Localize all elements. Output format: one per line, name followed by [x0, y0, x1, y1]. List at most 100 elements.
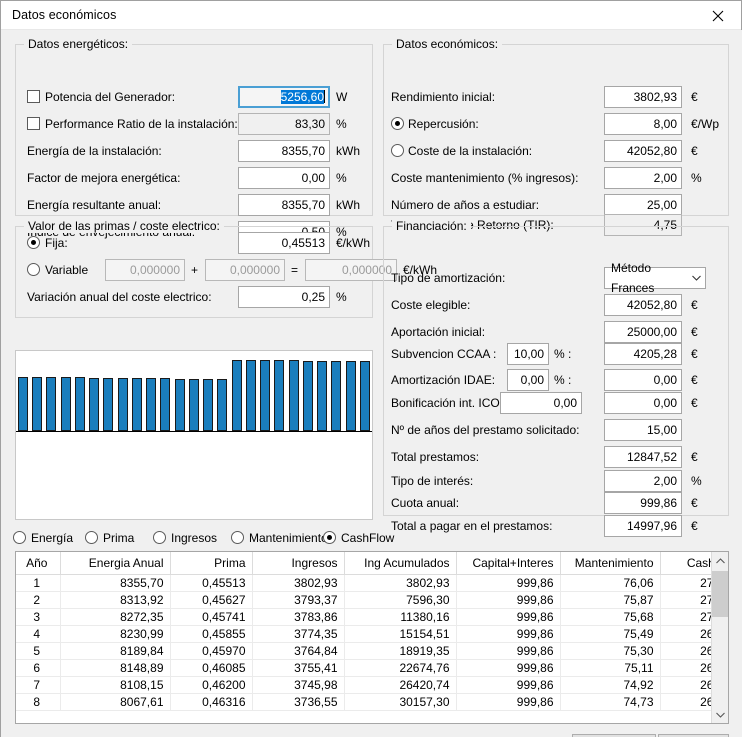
- table-cell: 999,86: [456, 625, 561, 643]
- table-cell: 6: [16, 659, 61, 677]
- label-economic-0: Rendimiento inicial:: [391, 90, 496, 104]
- table-row[interactable]: 3 8272,35 0,45741 3783,86 11380,16 999,86 75,6…: [16, 608, 728, 626]
- input-economic-2[interactable]: 42052,80: [604, 140, 682, 162]
- table-cell: 3783,86: [252, 608, 345, 626]
- row-tipo-amortizacion: Tipo de amortización: Método Frances: [1, 261, 742, 295]
- chart-bar: [232, 360, 242, 431]
- close-button[interactable]: [695, 1, 741, 30]
- table-cell: 8148,89: [60, 659, 171, 677]
- dialog-window: Datos económicos Datos energéticos: Pote…: [0, 0, 742, 737]
- table-cell: 999,86: [456, 693, 561, 711]
- table-column-header[interactable]: Ingresos: [252, 552, 345, 575]
- chart-bar: [260, 360, 270, 431]
- radio-indicator[interactable]: [153, 531, 166, 544]
- input-financiacion-1[interactable]: 25000,00: [604, 321, 682, 343]
- radio-indicator[interactable]: [13, 531, 26, 544]
- input-economic-3[interactable]: 2,00: [604, 167, 682, 189]
- chart-bar: [274, 360, 284, 431]
- table-cell: 8067,61: [60, 693, 171, 711]
- table-cell: 0,45627: [170, 591, 253, 609]
- input-financiacion-5[interactable]: 15,00: [604, 419, 682, 441]
- table-row[interactable]: 2 8313,92 0,45627 3793,37 7596,30 999,86 75,87…: [16, 591, 728, 609]
- select-tipo-amortizacion[interactable]: Método Frances: [604, 261, 706, 295]
- chart-bar: [89, 378, 99, 431]
- input-fija-value[interactable]: 0,45513: [238, 232, 330, 254]
- input-pct-4[interactable]: 0,00: [500, 392, 582, 414]
- chart-bar: [246, 360, 256, 431]
- radio-economic-2[interactable]: [391, 144, 404, 157]
- label-economic-2: Coste de la instalación:: [408, 144, 533, 158]
- series-radio-label: Prima: [103, 531, 135, 545]
- unit-financiacion-0: €: [691, 298, 698, 312]
- input-financiacion-2[interactable]: 4205,28: [604, 343, 682, 365]
- series-radio-label: CashFlow: [341, 531, 395, 545]
- input-financiacion-3[interactable]: 0,00: [604, 369, 682, 391]
- table-row[interactable]: 6 8148,89 0,46085 3755,41 22674,76 999,86 75,1…: [16, 659, 728, 677]
- input-pct-3[interactable]: 0,00: [507, 369, 549, 391]
- table-column-header[interactable]: Año: [16, 552, 61, 575]
- chevron-up-icon: [716, 557, 725, 563]
- label-economic-4: Número de años a estudiar:: [391, 198, 540, 212]
- chart-bar: [203, 379, 213, 431]
- radio-fija[interactable]: [27, 236, 40, 249]
- label-financiacion-8: Cuota anual:: [391, 496, 460, 510]
- input-financiacion-6[interactable]: 12847,52: [604, 446, 682, 468]
- table-cell: 3764,84: [252, 642, 345, 660]
- table-cell: 22674,76: [344, 659, 457, 677]
- table-cell: 999,86: [456, 574, 561, 592]
- radio-indicator[interactable]: [323, 531, 336, 544]
- input-economic-4[interactable]: 25,00: [604, 194, 682, 216]
- table-cell: 76,06: [560, 574, 661, 592]
- unit-financiacion-3: €: [691, 373, 698, 387]
- table-row[interactable]: 4 8230,99 0,45855 3774,35 15154,51 999,86 75,4…: [16, 625, 728, 643]
- scrollbar-thumb[interactable]: [712, 571, 728, 617]
- input-financiacion-4[interactable]: 0,00: [604, 392, 682, 414]
- table-column-header[interactable]: Ing Acumulados: [344, 552, 457, 575]
- table-column-header[interactable]: Capital+Interes: [456, 552, 561, 575]
- table-column-header[interactable]: Energia Anual: [60, 552, 171, 575]
- scroll-down-button[interactable]: [712, 706, 728, 723]
- table-cell: 999,86: [456, 659, 561, 677]
- radio-indicator[interactable]: [231, 531, 244, 544]
- label-financiacion-5: Nº de años del prestamo solicitado:: [391, 423, 580, 437]
- label-financiacion-9: Total a pagar en el prestamos:: [391, 519, 553, 533]
- table-column-header[interactable]: Mantenimiento: [560, 552, 661, 575]
- label-economic-3: Coste mantenimiento (% ingresos):: [391, 171, 579, 185]
- table-vertical-scrollbar[interactable]: [711, 552, 728, 723]
- input-financiacion-0[interactable]: 42052,80: [604, 294, 682, 316]
- radio-economic-1[interactable]: [391, 117, 404, 130]
- table-cell: 999,86: [456, 676, 561, 694]
- label-financiacion-1: Aportación inicial:: [391, 325, 486, 339]
- input-economic-0[interactable]: 3802,93: [604, 86, 682, 108]
- chart-bar: [346, 361, 356, 431]
- scroll-up-button[interactable]: [712, 552, 728, 569]
- input-financiacion-8[interactable]: 999,86: [604, 492, 682, 514]
- table-cell: 8272,35: [60, 608, 171, 626]
- chart-bar: [146, 378, 156, 431]
- table-row[interactable]: 5 8189,84 0,45970 3764,84 18919,35 999,86 75,3…: [16, 642, 728, 660]
- table-row[interactable]: 7 8108,15 0,46200 3745,98 26420,74 999,86 74,9…: [16, 676, 728, 694]
- table-row[interactable]: 8 8067,61 0,46316 3736,55 30157,30 999,86 74,7…: [16, 693, 728, 711]
- table-cell: 15154,51: [344, 625, 457, 643]
- chart-bar: [103, 378, 113, 431]
- chart-bar: [189, 379, 199, 431]
- results-table: Año Energia Anual Prima Ingresos Ing Acumula…: [15, 551, 729, 724]
- table-cell: 3802,93: [252, 574, 345, 592]
- table-header-row: Año Energia Anual Prima Ingresos Ing Acumula…: [16, 552, 728, 575]
- table-cell: 0,45741: [170, 608, 253, 626]
- radio-indicator[interactable]: [85, 531, 98, 544]
- table-cell: 0,45970: [170, 642, 253, 660]
- unit-economic-3: %: [691, 171, 702, 185]
- table-cell: 0,46316: [170, 693, 253, 711]
- table-cell: 8230,99: [60, 625, 171, 643]
- input-financiacion-7[interactable]: 2,00: [604, 470, 682, 492]
- input-financiacion-9[interactable]: 14997,96: [604, 515, 682, 537]
- input-economic-1[interactable]: 8,00: [604, 113, 682, 135]
- input-pct-2[interactable]: 10,00: [507, 343, 549, 365]
- table-row[interactable]: 1 8355,70 0,45513 3802,93 3802,93 999,86 76,06…: [16, 574, 728, 592]
- table-cell: 2: [16, 591, 61, 609]
- table-column-header[interactable]: Prima: [170, 552, 253, 575]
- cashflow-chart: [15, 350, 373, 520]
- chart-bar: [289, 360, 299, 431]
- table-cell: 0,45855: [170, 625, 253, 643]
